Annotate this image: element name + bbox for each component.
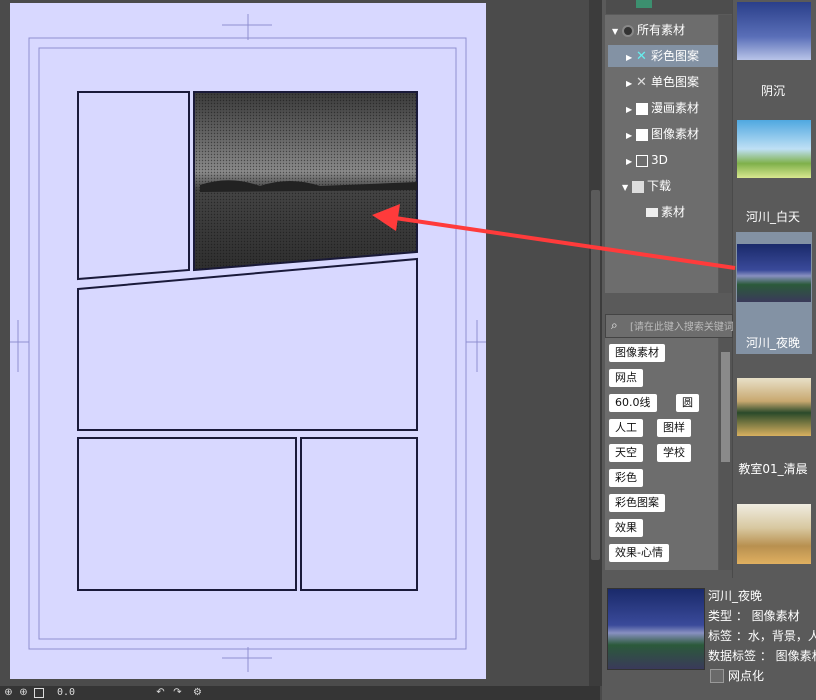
mono-pattern-icon: ✕ [636,74,647,90]
search-input[interactable]: [请在此键入搜索关键词] [630,318,738,333]
tag[interactable]: 60.0线 [609,394,657,412]
tag[interactable]: 天空 [609,444,643,462]
tree-scrollbar[interactable] [719,15,732,293]
halftone-label: 网点化 [728,669,765,683]
tag[interactable]: 图样 [657,419,691,437]
rotate-right-icon[interactable]: ↷ [172,687,183,698]
tag[interactable]: 效果 [609,519,643,537]
tree-item-download[interactable]: ▼ 下载 [622,175,671,197]
tag[interactable]: 圆 [676,394,699,412]
manga-icon [636,102,648,115]
thumbnail-label: 河川_夜晚 [745,336,800,350]
thumbnail-classroom-2[interactable] [737,504,811,564]
tag[interactable]: 彩色 [609,469,643,487]
rotate-left-icon[interactable]: ↶ [155,687,166,698]
tag[interactable]: 彩色图案 [609,494,665,512]
tag[interactable]: 人工 [609,419,643,437]
image-icon [636,128,648,141]
zoom-out-icon[interactable]: ⊕ [18,687,29,698]
info-tags: 标签 ：水，背景，人工，彩 [708,629,816,643]
tag[interactable]: 图像素材 [609,344,665,362]
cube-icon [636,154,648,167]
panel-header [606,0,732,14]
tree-item-mono-pattern[interactable]: ▶ ✕ 单色图案 [626,71,699,93]
tree-item-3d[interactable]: ▶ 3D [626,149,668,171]
halftone-checkbox[interactable] [710,669,724,683]
page-guides [10,14,486,672]
color-pattern-icon: ✕ [636,48,647,64]
info-preview [607,588,705,670]
folder-root-icon [622,24,634,37]
thumbnail-label: 阴沉 [760,84,785,98]
tree-item-image[interactable]: ▶ 图像素材 [626,123,699,145]
fit-icon[interactable] [34,688,44,698]
folder-icon [646,208,658,217]
tree-item-manga[interactable]: ▶ 漫画素材 [626,97,699,119]
comic-panel [77,437,297,591]
status-bar: ⊕ ⊕ 0.0 ↶ ↷ ⚙ [0,686,600,700]
thumbnail-river-day[interactable] [737,120,811,178]
tag-list: 图像素材 网点 60.0线 圆 人工 图样 天空 学校 彩色 彩色图案 效果 效… [605,338,718,570]
comic-panel [77,91,190,281]
scrollbar-thumb[interactable] [721,352,730,462]
tag[interactable]: 效果-心情 [609,544,669,562]
zoom-value[interactable]: 0.0 [57,686,97,700]
search-icon: ⌕ [611,318,618,332]
thumbnail-river-night[interactable] [737,244,811,302]
zoom-in-icon[interactable]: ⊕ [3,687,14,698]
tree-root[interactable]: ▼ 所有素材 [612,19,685,41]
tree-item-color-pattern[interactable]: ▶ ✕ 彩色图案 [608,45,718,67]
scrollbar-thumb[interactable] [591,190,600,560]
download-icon [632,180,644,193]
comic-panel [300,437,418,591]
tree-item-material[interactable]: 素材 [646,201,685,223]
thumbnail-label: 河川_白天 [745,210,800,224]
thumbnail-label: 教室01_清晨 [738,462,808,476]
material-icon [636,0,652,8]
thumbnail-overcast[interactable] [737,2,811,60]
info-name: 河川_夜晚 [708,589,763,603]
thumbnail-classroom[interactable] [737,378,811,436]
info-data-tags: 数据标签 ： 图像素材 [708,649,816,663]
tag[interactable]: 学校 [657,444,691,462]
tag[interactable]: 网点 [609,369,643,387]
info-type: 类型 ： 图像素材 [708,609,800,623]
comic-panel [77,257,418,431]
settings-icon[interactable]: ⚙ [192,687,203,698]
